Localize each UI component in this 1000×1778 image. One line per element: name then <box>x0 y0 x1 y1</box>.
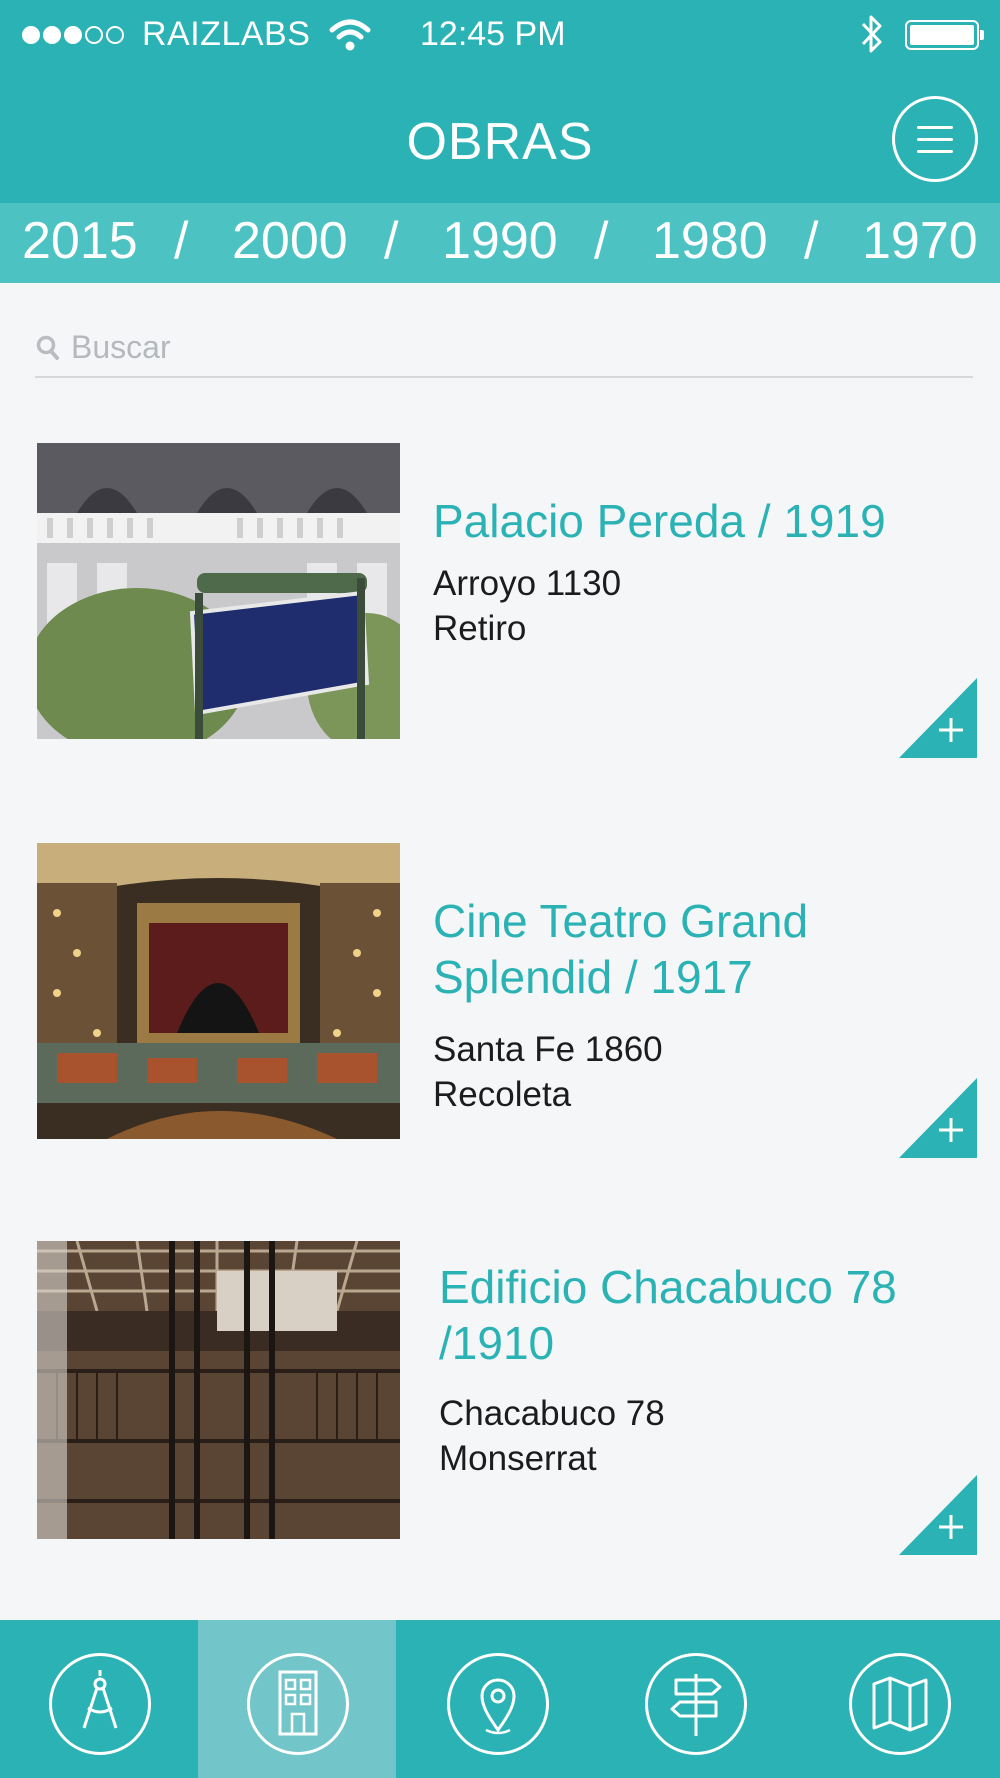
year-tab-1980[interactable]: 1980 <box>652 211 768 271</box>
search-input[interactable] <box>71 324 951 370</box>
status-bar: RAIZLABS 12:45 PM <box>0 0 1000 72</box>
add-button[interactable] <box>899 1078 977 1158</box>
work-title: Edificio Chacabuco 78 /1910 <box>439 1261 897 1369</box>
location-pin-icon <box>480 1678 516 1735</box>
work-photo <box>37 843 400 1139</box>
compass-drafting-icon <box>82 1670 118 1729</box>
work-address: Arroyo 1130 <box>433 564 622 603</box>
work-address: Santa Fe 1860 <box>433 1030 663 1069</box>
status-time: 12:45 PM <box>420 15 566 53</box>
work-card[interactable]: Palacio Pereda / 1919 Arroyo 1130 Retiro <box>37 443 977 758</box>
work-card[interactable]: Cine Teatro Grand Splendid / 1917 Santa … <box>37 843 977 1158</box>
page-title: OBRAS <box>406 113 594 171</box>
year-filter-bar: 2015 / 2000 / 1990 / 1980 / 1970 <box>0 203 1000 283</box>
work-neighborhood: Monserrat <box>439 1439 597 1478</box>
year-tab-2000[interactable]: 2000 <box>232 211 348 271</box>
app-header: RAIZLABS 12:45 PM OBRAS <box>0 0 1000 203</box>
year-tab-2015[interactable]: 2015 <box>22 211 138 271</box>
year-separator: / <box>594 212 609 270</box>
tab-routes[interactable] <box>596 1620 794 1778</box>
year-separator: / <box>804 212 819 270</box>
hamburger-menu-icon <box>917 125 953 129</box>
tab-locations[interactable] <box>398 1620 596 1778</box>
carrier-name: RAIZLABS <box>142 15 311 53</box>
menu-button[interactable] <box>892 96 978 182</box>
tab-works[interactable] <box>198 1620 396 1778</box>
search-bar <box>35 320 973 378</box>
work-title: Palacio Pereda / 1919 <box>433 495 886 547</box>
wifi-icon <box>329 19 371 51</box>
battery-icon <box>905 20 984 50</box>
bluetooth-icon <box>861 15 882 53</box>
work-address: Chacabuco 78 <box>439 1394 665 1433</box>
year-tab-1970[interactable]: 1970 <box>862 211 978 271</box>
work-photo <box>37 1241 400 1539</box>
search-icon <box>36 335 59 360</box>
year-tab-1990[interactable]: 1990 <box>442 211 558 271</box>
work-card[interactable]: Edificio Chacabuco 78 /1910 Chacabuco 78… <box>37 1241 977 1555</box>
bottom-tab-bar <box>0 1620 1000 1778</box>
work-neighborhood: Retiro <box>433 609 527 648</box>
tab-map[interactable] <box>800 1620 998 1778</box>
work-neighborhood: Recoleta <box>433 1075 572 1114</box>
signal-strength-icon <box>22 26 124 44</box>
year-separator: / <box>384 212 399 270</box>
map-icon <box>872 1676 928 1732</box>
add-button[interactable] <box>899 1475 977 1555</box>
add-button[interactable] <box>899 678 977 758</box>
building-icon <box>278 1670 318 1736</box>
tab-architects[interactable] <box>0 1620 198 1778</box>
work-title: Cine Teatro Grand Splendid / 1917 <box>433 895 809 1003</box>
signpost-icon <box>670 1674 722 1736</box>
work-photo <box>37 443 400 739</box>
year-separator: / <box>174 212 189 270</box>
